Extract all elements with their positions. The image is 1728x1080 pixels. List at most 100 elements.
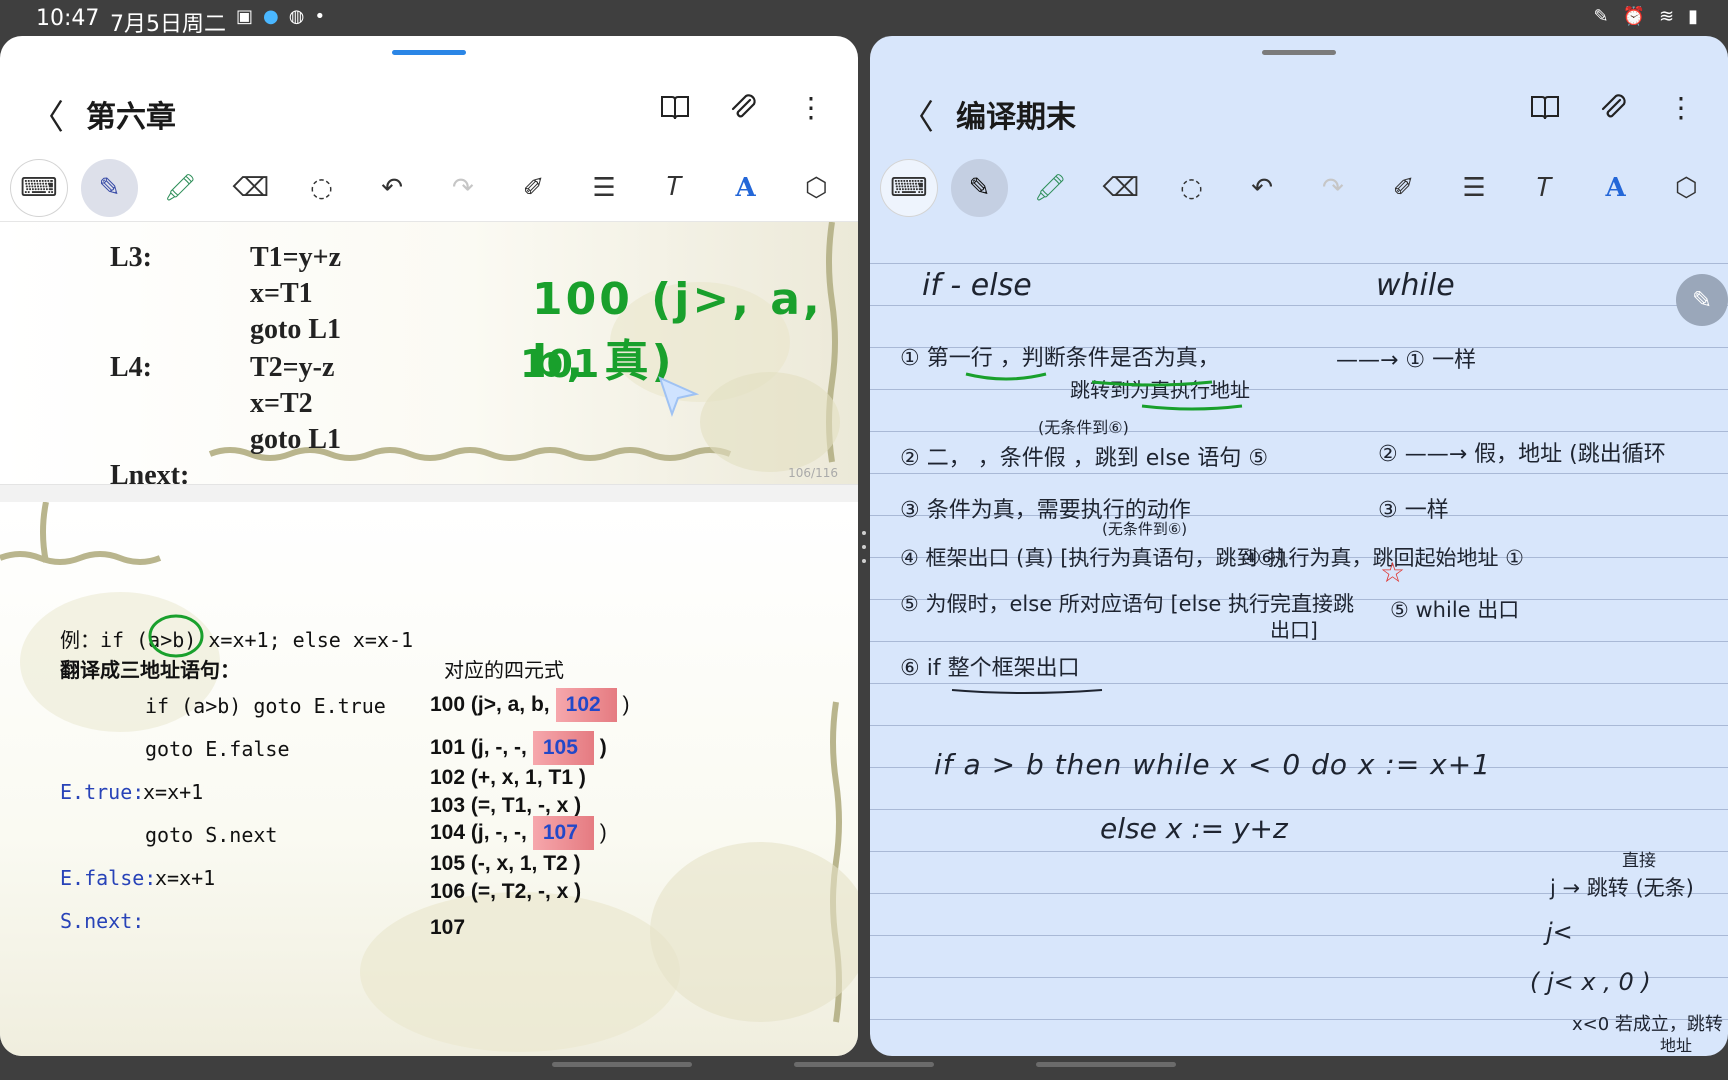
note-heading-while: while [1376, 268, 1455, 303]
highlighter-icon[interactable]: 🖍 [1021, 159, 1079, 217]
page-separator [0, 484, 858, 502]
translate-heading: 翻译成三地址语句： [60, 658, 240, 682]
note-line-5-right: ⑤ while 出口 [1390, 598, 1520, 622]
text-style-icon[interactable]: A [1587, 159, 1645, 217]
right-note-window: 〈 编译期末 ⋮ ⌨ ✎ 🖍 ⌫ ◌ ↶ ↷ ✐ ☰ 𝑇 A ⬡ ✎ if - … [870, 36, 1728, 1056]
note-line-5b: 出口] [1270, 618, 1318, 642]
side-note-2: j< [1546, 918, 1573, 946]
code-l4-line1: T2=y-z [250, 352, 335, 383]
undo-icon[interactable]: ↶ [1233, 159, 1291, 217]
lasso-icon[interactable]: ◌ [293, 159, 351, 217]
ink-quad-101: 101 [520, 342, 600, 386]
redo-icon[interactable]: ↷ [1304, 159, 1362, 217]
note-line-4: ④ 框架出口 (真) [执行为真语句，跳到⑥] [900, 546, 1285, 570]
split-view-divider[interactable] [861, 526, 867, 568]
window-drag-handle[interactable] [1262, 50, 1336, 55]
eraser-icon[interactable]: ⌫ [1092, 159, 1150, 217]
text-style-icon[interactable]: A [717, 159, 775, 217]
drawing-toolbar: ⌨ ✎ 🖍 ⌫ ◌ ↶ ↷ ✐ ☰ 𝑇 A ⬡ [870, 154, 1728, 222]
note-title: 第六章 [86, 100, 176, 135]
more-icon[interactable]: ⋮ [1664, 90, 1698, 124]
status-bar: 10:47 7月5日周二 ▣ ● ◍ • ✎ ⏰ ≋ ▮ [0, 0, 1728, 37]
attachment-icon[interactable] [726, 90, 760, 124]
ink-circle [148, 614, 204, 658]
code-line-4: goto S.next [145, 823, 278, 847]
example-statement: 例：if (a>b) x=x+1; else x=x-1 [60, 628, 414, 652]
pen-icon: ✎ [1593, 6, 1609, 27]
code-label-etrue: E.true: [60, 780, 145, 804]
back-icon[interactable]: 〈 [900, 90, 934, 139]
page-number: 106/116 [788, 466, 838, 480]
back-icon[interactable]: 〈 [30, 90, 64, 139]
more-icon[interactable]: ⋮ [794, 90, 828, 124]
slide-page-107: 例：if (a>b) x=x+1; else x=x-1 翻译成三地址语句： 对… [0, 502, 858, 1056]
note-code-line-2: else x := y+z [1100, 812, 1288, 845]
code-l3-line1: T1=y+z [250, 242, 342, 273]
text-align-icon[interactable]: ☰ [1445, 159, 1503, 217]
quad-101: 101 (j, -, -, 105 ) [430, 731, 607, 765]
edit-pencil-fab[interactable]: ✎ [1676, 274, 1728, 326]
dot-icon: • [314, 6, 326, 27]
handwriting-text-icon[interactable]: 𝑇 [646, 159, 704, 217]
side-note-4b: 地址 [1660, 1036, 1693, 1055]
window-drag-handle[interactable] [392, 50, 466, 55]
side-note-4: x<0 若成立，跳转 [1572, 1014, 1723, 1035]
quad-104-text: 104 (j, -, -, [430, 821, 527, 844]
quad-101-close: ) [599, 736, 607, 759]
undo-icon[interactable]: ↶ [363, 159, 421, 217]
book-icon[interactable] [1528, 90, 1562, 124]
pen-settings-icon[interactable]: ✐ [505, 159, 563, 217]
gesture-bar-center[interactable] [794, 1062, 934, 1067]
handwriting-text-icon[interactable]: 𝑇 [1516, 159, 1574, 217]
slide-page-106: L3: T1=y+z x=T1 goto L1 L4: T2=y-z x=T2 … [0, 222, 858, 484]
code-label-efalse: E.false: [60, 866, 157, 890]
eraser-icon[interactable]: ⌫ [222, 159, 280, 217]
lasso-icon[interactable]: ◌ [1163, 159, 1221, 217]
pen-tool-icon[interactable]: ✎ [80, 158, 139, 217]
highlighter-icon[interactable]: 🖍 [151, 159, 209, 217]
label-l4: L4: [110, 352, 152, 383]
ink-underline [951, 689, 1103, 694]
note-line-1-right: ——→ ① 一样 [1336, 348, 1477, 373]
pen-settings-icon[interactable]: ✐ [1375, 159, 1433, 217]
shapes-icon[interactable]: ⬡ [787, 159, 845, 217]
label-lnext: Lnext: [110, 460, 190, 484]
keyboard-icon[interactable]: ⌨ [10, 158, 68, 217]
quad-100-text: 100 (j>, a, b, [430, 693, 550, 716]
quad-106: 106 (=, T2, -, x ) [430, 880, 582, 903]
side-note-3: ( j< x , 0 ) [1530, 968, 1651, 996]
wifi-icon: ≋ [1659, 6, 1675, 27]
note-line-2: ② 二， ，条件假 ，跳到 else 语句 ⑤ [900, 446, 1269, 471]
code-line-5: x=x+1 [155, 866, 216, 890]
wechat-icon: ◍ [288, 6, 305, 27]
quad-104: 104 (j, -, -, 107 ) [430, 816, 607, 850]
code-line-3: x=x+1 [143, 780, 204, 804]
note-code-line-1: if a > b then while x < 0 do x := x+1 [934, 748, 1492, 781]
title-bar: 〈 第六章 ⋮ [0, 76, 858, 146]
battery-icon: ▮ [1688, 6, 1698, 27]
redo-icon[interactable]: ↷ [434, 159, 492, 217]
quad-100-target: 102 [555, 688, 617, 722]
quad-100-close: ) [622, 693, 630, 716]
star-icon: ☆ [1380, 556, 1406, 589]
code-l4-line3: goto L1 [250, 424, 341, 455]
attachment-icon[interactable] [1596, 90, 1630, 124]
vine-decoration [0, 502, 858, 1052]
quad-101-text: 101 (j, -, -, [430, 736, 527, 759]
note-line-3-right: ③ 一样 [1378, 498, 1449, 523]
quad-102: 102 (+, x, 1, T1 ) [430, 766, 586, 789]
pen-tool-icon[interactable]: ✎ [950, 159, 1009, 217]
text-align-icon[interactable]: ☰ [575, 159, 633, 217]
shapes-icon[interactable]: ⬡ [1657, 159, 1715, 217]
gesture-bar-right[interactable] [1036, 1062, 1176, 1067]
gesture-bar-left[interactable] [552, 1062, 692, 1067]
book-icon[interactable] [658, 90, 692, 124]
quad-101-target: 105 [532, 731, 594, 765]
keyboard-icon[interactable]: ⌨ [880, 159, 938, 217]
code-l3-line2: x=T1 [250, 278, 313, 309]
code-line-2: goto E.false [145, 737, 290, 761]
note-line-2-right: ② ——→ 假，地址 (跳出循环 [1378, 442, 1666, 467]
note-line-4-top: (无条件到⑥) [1102, 520, 1188, 538]
status-time: 10:47 [36, 6, 100, 31]
quad-104-close: ) [599, 821, 607, 844]
